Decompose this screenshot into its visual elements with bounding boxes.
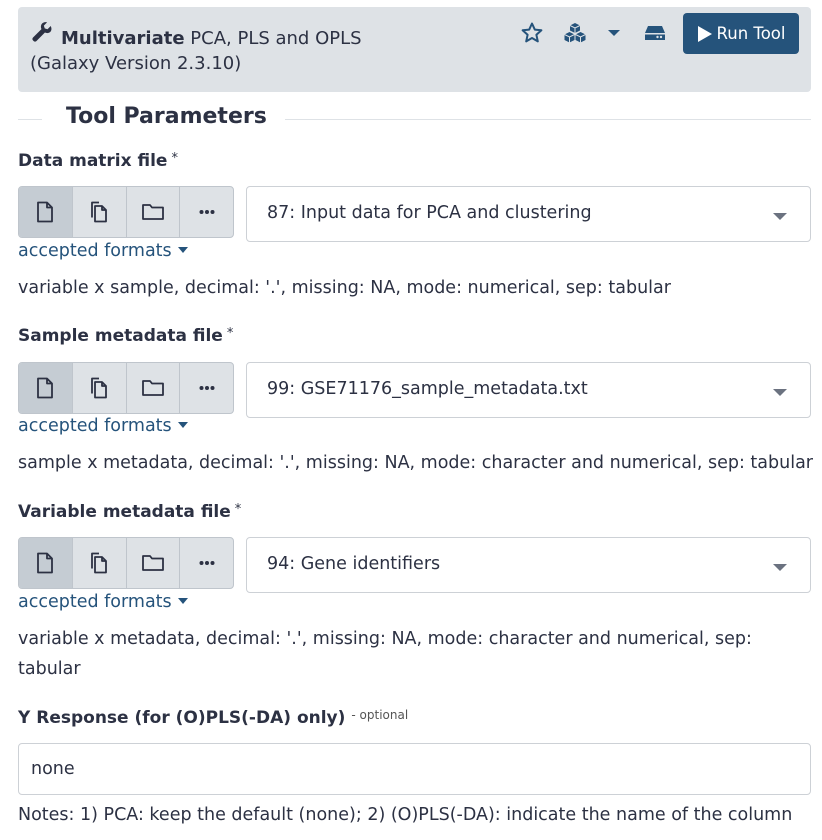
caret-down-icon [177, 421, 188, 428]
more-options-button[interactable] [180, 187, 233, 237]
data-matrix-accepted-formats[interactable]: accepted formats [18, 241, 188, 261]
variable-metadata-source-buttons [18, 537, 234, 589]
browse-datasets-button[interactable] [127, 538, 181, 588]
hdd-icon[interactable] [643, 21, 667, 45]
ellipsis-icon [199, 386, 215, 390]
single-dataset-button[interactable] [19, 538, 73, 588]
folder-icon [141, 204, 164, 220]
browse-datasets-button[interactable] [127, 187, 181, 237]
section-divider-left [18, 119, 42, 120]
chevron-down-icon [773, 564, 787, 571]
y-response-help: Notes: 1) PCA: keep the default (none); … [18, 805, 793, 825]
tool-version: (Galaxy Version 2.3.10) [30, 53, 242, 74]
folder-icon [141, 380, 164, 396]
more-options-button[interactable] [180, 363, 233, 413]
caret-down-icon [177, 246, 188, 253]
play-icon [697, 25, 712, 42]
files-icon [91, 552, 108, 574]
browse-datasets-button[interactable] [127, 363, 181, 413]
sample-metadata-select[interactable]: 99: GSE71176_sample_metadata.txt [246, 362, 811, 418]
chevron-down-icon [773, 389, 787, 396]
caret-down-icon[interactable] [602, 21, 626, 45]
single-dataset-button[interactable] [19, 363, 73, 413]
data-matrix-source-buttons [18, 186, 234, 238]
section-title: Tool Parameters [66, 104, 267, 129]
sample-metadata-accepted-formats[interactable]: accepted formats [18, 416, 188, 436]
sample-metadata-help: sample x metadata, decimal: '.', missing… [18, 453, 814, 473]
multiple-datasets-button[interactable] [73, 187, 127, 237]
cubes-icon[interactable] [563, 21, 587, 45]
data-matrix-help: variable x sample, decimal: '.', missing… [18, 278, 671, 298]
variable-metadata-selected-value: 94: Gene identifiers [267, 554, 441, 574]
sample-metadata-selected-value: 99: GSE71176_sample_metadata.txt [267, 379, 588, 399]
variable-metadata-help: variable x metadata, decimal: '.', missi… [18, 629, 752, 679]
param-label-sample-metadata: Sample metadata file * [18, 326, 234, 346]
more-options-button[interactable] [180, 538, 233, 588]
file-icon [37, 377, 54, 399]
multiple-datasets-button[interactable] [73, 363, 127, 413]
variable-metadata-select[interactable]: 94: Gene identifiers [246, 537, 811, 593]
data-matrix-selected-value: 87: Input data for PCA and clustering [267, 203, 592, 223]
tool-header: Multivariate PCA, PLS and OPLS (Galaxy V… [18, 7, 811, 92]
folder-icon [141, 555, 164, 571]
y-response-input[interactable] [18, 743, 811, 795]
run-tool-button[interactable]: Run Tool [683, 13, 799, 54]
ellipsis-icon [199, 210, 215, 214]
chevron-down-icon [773, 213, 787, 220]
param-label-y-response: Y Response (for (O)PLS(-DA) only) - optio… [18, 708, 409, 728]
ellipsis-icon [199, 561, 215, 565]
variable-metadata-accepted-formats[interactable]: accepted formats [18, 592, 188, 612]
param-label-variable-metadata: Variable metadata file * [18, 502, 242, 522]
data-matrix-select[interactable]: 87: Input data for PCA and clustering [246, 186, 811, 242]
files-icon [91, 377, 108, 399]
run-tool-label: Run Tool [716, 24, 786, 43]
multiple-datasets-button[interactable] [73, 538, 127, 588]
param-label-data-matrix: Data matrix file * [18, 151, 178, 171]
file-icon [37, 552, 54, 574]
file-icon [37, 201, 54, 223]
sample-metadata-source-buttons [18, 362, 234, 414]
wrench-icon [32, 22, 52, 42]
section-divider-right [285, 119, 811, 120]
caret-down-icon [177, 597, 188, 604]
files-icon [91, 201, 108, 223]
tool-title: Multivariate PCA, PLS and OPLS [61, 28, 362, 49]
single-dataset-button[interactable] [19, 187, 73, 237]
star-icon[interactable] [520, 21, 544, 45]
